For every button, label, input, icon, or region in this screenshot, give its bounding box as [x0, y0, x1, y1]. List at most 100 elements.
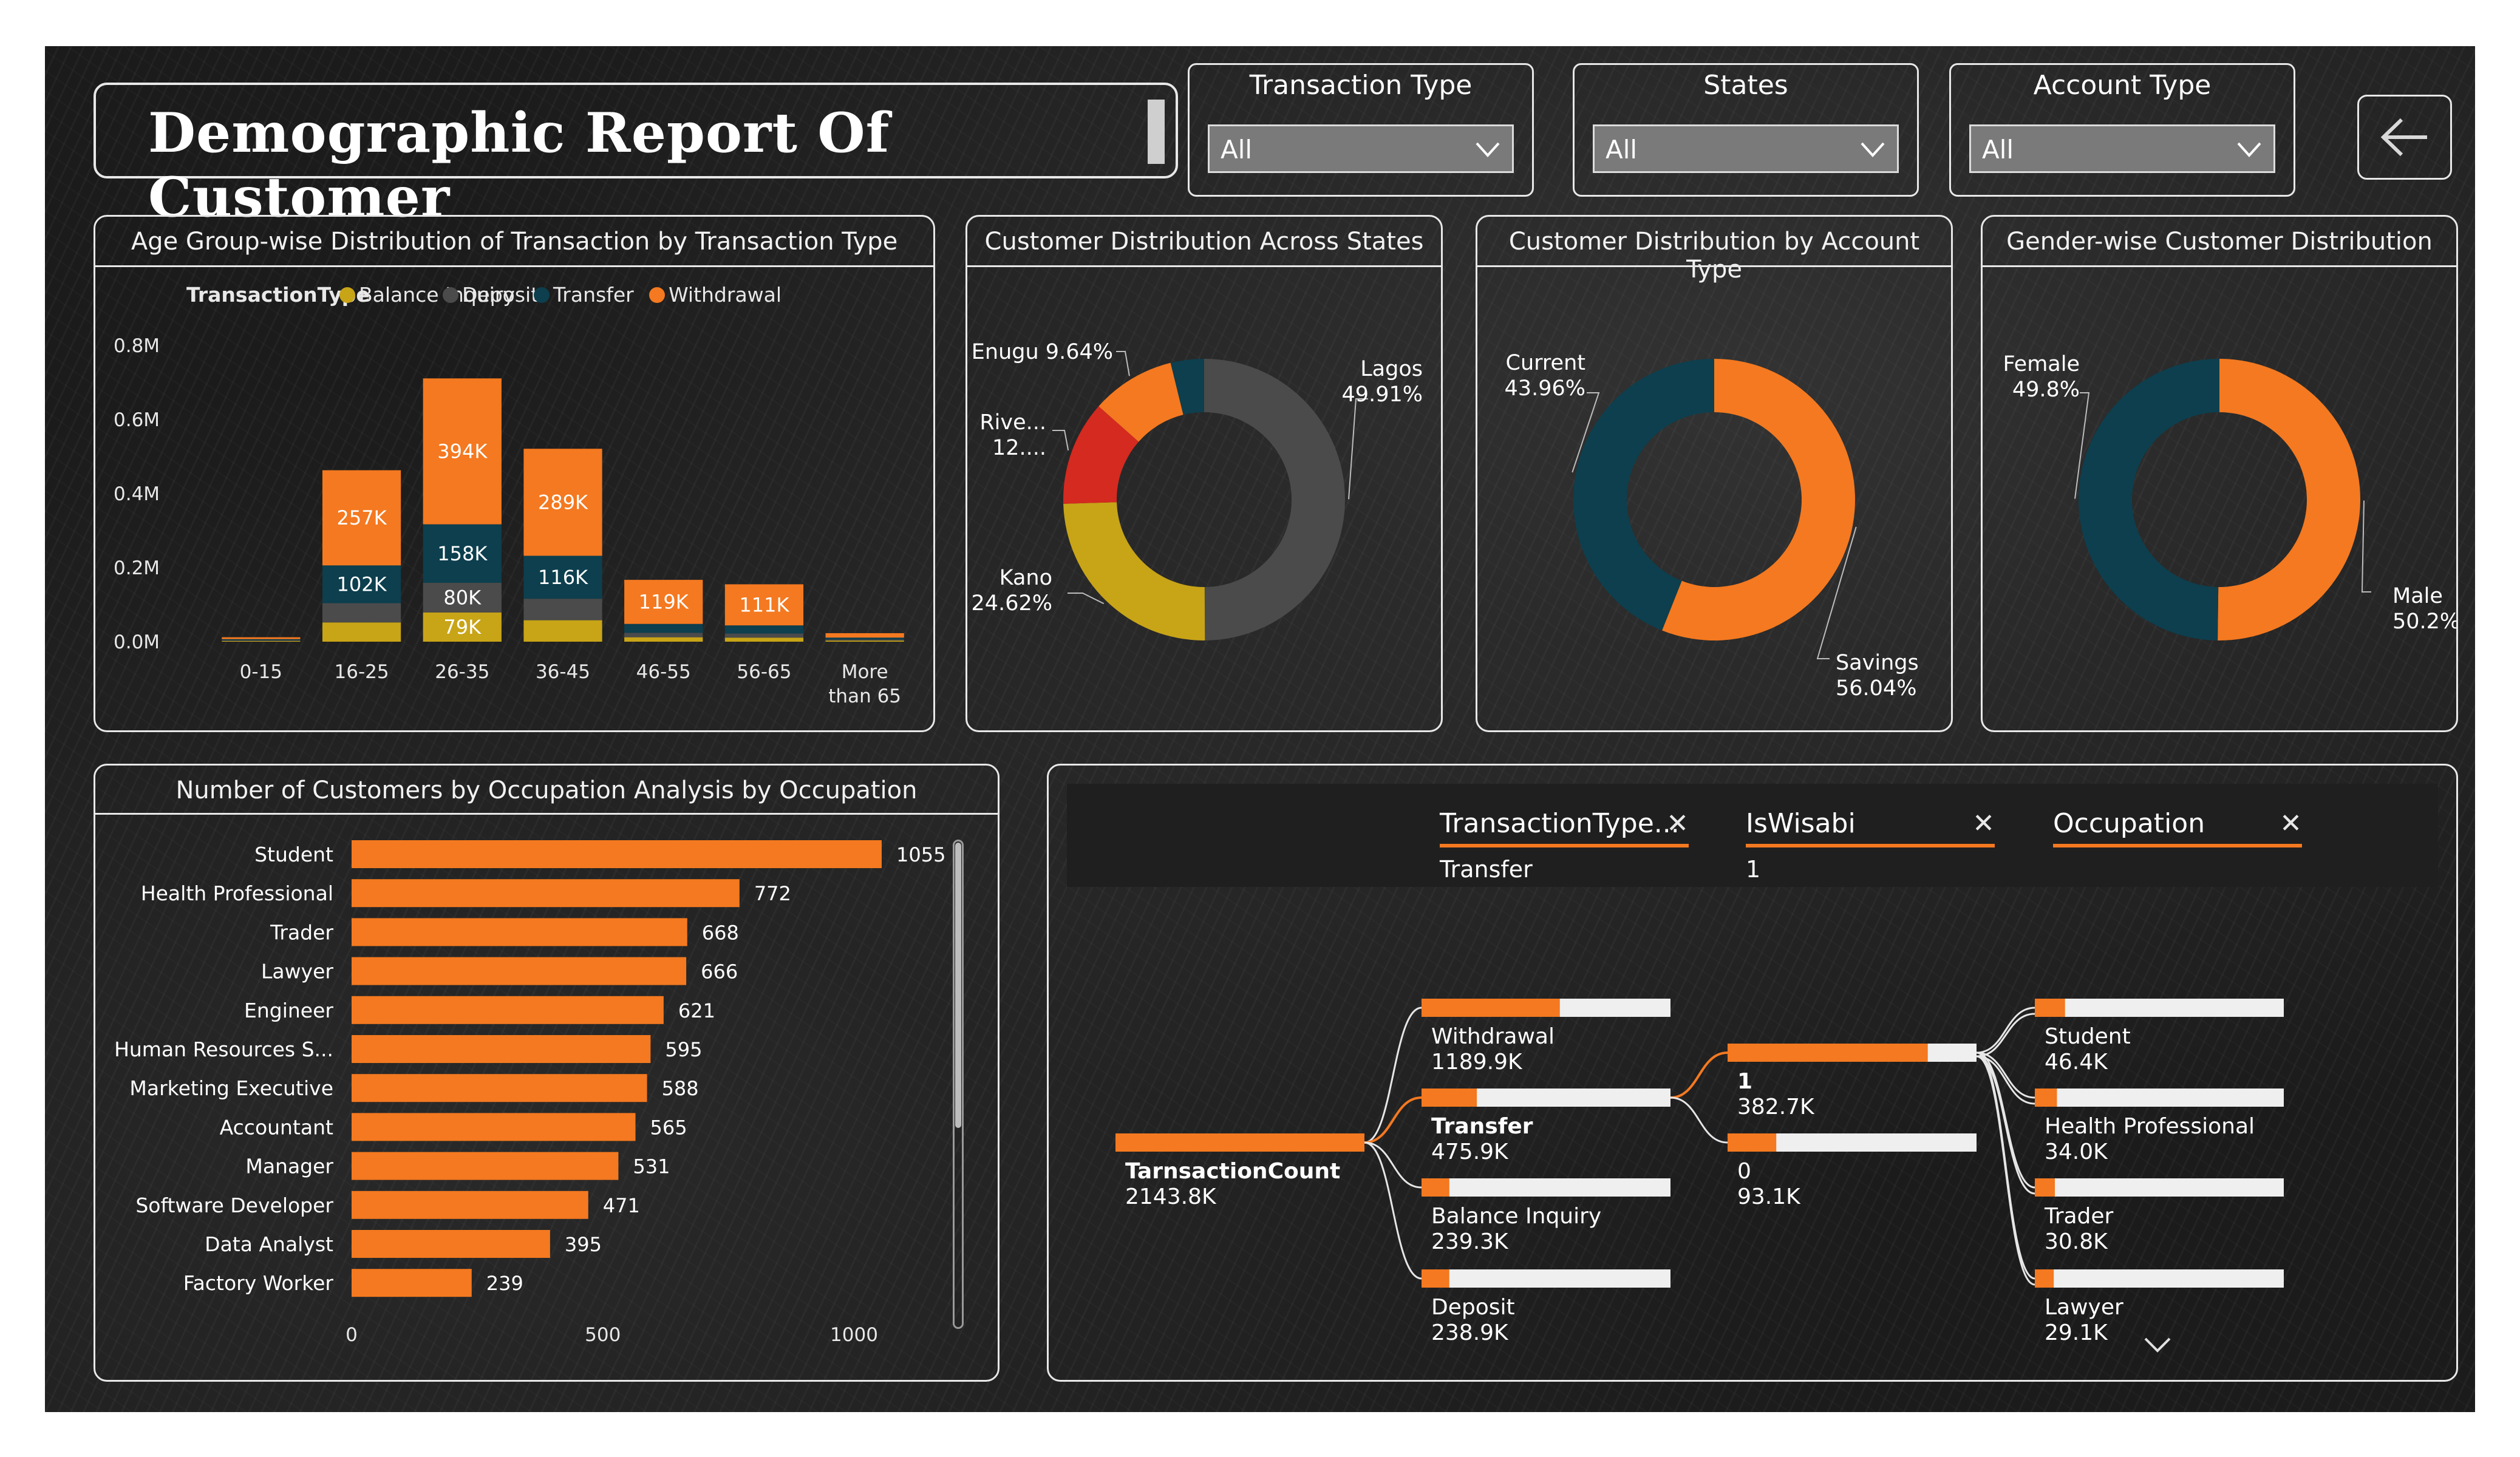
chevron-down-icon	[2237, 142, 2261, 157]
tree-connector	[1670, 1096, 1728, 1144]
bar-segment	[624, 637, 703, 642]
bar-segment	[724, 625, 804, 634]
x-tick-label: 0-15	[240, 661, 282, 683]
occupation-panel: Number of Customers by Occupation Analys…	[94, 764, 999, 1382]
occupation-bar	[352, 879, 740, 908]
states-dropdown[interactable]: All	[1593, 124, 1899, 173]
legend-marker	[649, 287, 665, 303]
donut-slice	[1063, 502, 1205, 640]
account-type-panel: Customer Distribution by Account Type Sa…	[1476, 215, 1953, 732]
bar-segment	[624, 633, 703, 637]
chevron-down-icon[interactable]	[2144, 1337, 2171, 1353]
x-tick-label: 56-65	[737, 661, 791, 683]
bar-data-label: 394K	[437, 440, 488, 463]
legend-marker	[339, 287, 355, 303]
bar-data-label: 116K	[538, 566, 588, 589]
occupation-value: 772	[754, 882, 791, 905]
occupation-label: Software Developer	[135, 1194, 333, 1217]
transaction-type-dropdown[interactable]: All	[1208, 124, 1514, 173]
bar-segment	[825, 640, 904, 642]
donut-label: Female	[2003, 352, 2080, 376]
bar-segment	[724, 637, 804, 642]
arrow-left-icon	[2380, 118, 2427, 157]
root-label: TarnsactionCount	[1125, 1159, 1340, 1184]
occupation-label: Trader	[270, 920, 333, 944]
slicer-label: Account Type	[2033, 70, 2212, 101]
bar-segment	[222, 640, 301, 642]
dashboard-canvas: Demographic Report Of Customer Transacti…	[45, 46, 2475, 1412]
level1-node-bar-fill	[1422, 1269, 1449, 1288]
scrollbar-thumb[interactable]	[955, 843, 961, 1128]
bar-segment	[222, 637, 301, 639]
level1-node-value: 1189.9K	[1431, 1050, 1523, 1075]
legend-label: Transfer	[553, 283, 634, 307]
occupation-bar	[352, 1113, 636, 1141]
level1-node-value: 475.9K	[1431, 1139, 1509, 1164]
donut-value: 12....	[992, 436, 1046, 460]
bar-data-label: 102K	[337, 572, 387, 596]
bar-data-label: 289K	[538, 491, 588, 514]
tree-connector	[1670, 1051, 1728, 1099]
occupation-value: 621	[678, 999, 715, 1022]
donut-label: Lagos	[1360, 357, 1423, 381]
bar-data-label: 119K	[639, 590, 689, 613]
account-donut-chart: Savings56.04% Current43.96%	[1505, 351, 1919, 701]
occupation-bar	[352, 918, 687, 946]
gender-panel: Gender-wise Customer Distribution Male 50…	[1981, 215, 2458, 732]
occupation-label: Manager	[245, 1155, 333, 1178]
legend-marker	[443, 287, 458, 303]
legend-marker	[534, 287, 550, 303]
occupation-bar-chart: Student 1055 Health Professional 772 Trader 6…	[114, 840, 945, 1346]
bar-segment	[624, 623, 703, 633]
chevron-down-icon	[1861, 142, 1885, 157]
x-tick-label: 46-55	[636, 661, 691, 683]
donut-value: 43.96%	[1505, 376, 1585, 401]
donut-label: Kano	[999, 566, 1052, 590]
y-tick-label: 0.6M	[114, 409, 160, 431]
leader-line	[1116, 351, 1130, 376]
occupation-value: 565	[650, 1116, 687, 1139]
bar-segment	[523, 620, 602, 642]
occupation-value: 588	[662, 1077, 699, 1100]
decomposition-tree-panel: TransactionType... Transfer ✕ IsWisabi 1…	[1047, 764, 2458, 1382]
level3-node-bar-track	[2035, 1178, 2284, 1197]
occupation-bar	[352, 1074, 647, 1102]
donut-label: Savings	[1836, 651, 1919, 675]
legend-label: Deposit	[462, 283, 539, 307]
level1-node-bar-fill	[1422, 1089, 1477, 1107]
occupation-bar	[352, 1190, 588, 1219]
x-tick-label: than 65	[828, 685, 901, 707]
occupation-label: Engineer	[244, 999, 333, 1022]
level1-node-value: 238.9K	[1431, 1320, 1509, 1345]
legend-label: Withdrawal	[669, 283, 782, 307]
states-slicer: States All	[1573, 63, 1919, 197]
level1-node-bar-track	[1422, 1178, 1670, 1197]
level3-node-value: 34.0K	[2045, 1139, 2108, 1164]
level3-node-bar-track	[2035, 999, 2284, 1017]
tree-connector	[1976, 1055, 2035, 1286]
donut-label: Current	[1506, 351, 1585, 375]
chart-legend: TransactionTypeBalance InquiryDeposit Tra…	[186, 283, 782, 307]
occupation-value: 666	[701, 960, 738, 983]
y-tick-label: 0.0M	[114, 631, 160, 653]
tree-connector	[1364, 1141, 1422, 1280]
bar-segment	[322, 603, 401, 623]
transaction-type-slicer: Transaction Type All	[1188, 63, 1534, 197]
slicer-label: States	[1703, 70, 1788, 101]
account-type-dropdown[interactable]: All	[1969, 124, 2275, 173]
level3-node-bar-fill	[2035, 1178, 2055, 1197]
level3-node-value: 46.4K	[2045, 1050, 2108, 1075]
scrollbar-track[interactable]	[953, 840, 964, 1329]
leader-line	[2361, 500, 2371, 593]
level2-node-bar-fill	[1728, 1044, 1928, 1062]
report-title: Demographic Report Of Customer	[148, 101, 890, 229]
level1-node-label: Transfer	[1431, 1114, 1533, 1139]
bar-data-label: 158K	[437, 542, 488, 565]
level2-node-bar-fill	[1728, 1133, 1777, 1152]
bar-segment	[222, 640, 301, 641]
slicer-label: Transaction Type	[1249, 70, 1473, 101]
level2-node-label: 1	[1737, 1069, 1752, 1094]
back-button[interactable]	[2357, 95, 2452, 180]
x-tick-label: 26-35	[435, 661, 489, 683]
donut-value: 56.04%	[1836, 676, 1916, 701]
